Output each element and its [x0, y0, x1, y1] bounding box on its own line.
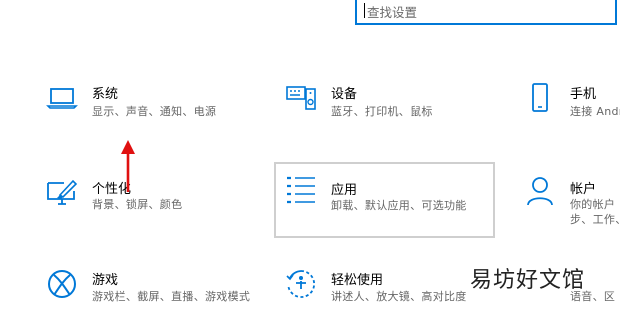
tile-gaming[interactable]: 游戏 游戏栏、截屏、直播、游戏模式 — [30, 260, 260, 309]
tile-title: 应用 — [331, 183, 358, 198]
app-list-icon — [285, 175, 317, 207]
phone-icon — [524, 82, 556, 114]
text-caret — [364, 3, 365, 18]
tile-description: 步、工作、 — [570, 213, 620, 226]
tile-description: 蓝牙、打印机、鼠标 — [331, 105, 433, 118]
search-placeholder: 查找设置 — [367, 5, 418, 20]
watermark: 易坊好文馆 — [470, 268, 586, 293]
xbox-icon — [46, 268, 78, 300]
keyboard-speaker-icon — [285, 82, 317, 114]
search-input[interactable]: 查找设置 — [355, 0, 617, 25]
tile-apps[interactable]: 应用 卸载、默认应用、可选功能 — [274, 162, 495, 238]
tile-title: 设备 — [331, 87, 358, 102]
ease-of-access-icon — [285, 268, 317, 300]
tile-description: 游戏栏、截屏、直播、游戏模式 — [92, 290, 251, 303]
tile-title: 游戏 — [92, 273, 119, 288]
tile-description: 连接 Andr — [570, 105, 620, 118]
tile-description: 显示、声音、通知、电源 — [92, 105, 217, 118]
tile-phone[interactable]: 手机 连接 Andr — [520, 70, 620, 130]
laptop-icon — [46, 82, 78, 114]
tile-description: 背景、锁屏、颜色 — [92, 198, 183, 211]
tile-devices[interactable]: 设备 蓝牙、打印机、鼠标 — [275, 70, 505, 130]
paint-monitor-icon — [46, 177, 78, 209]
tile-description: 讲述人、放大镜、高对比度 — [331, 290, 467, 303]
tile-personalization[interactable]: 个性化 背景、锁屏、颜色 — [30, 165, 260, 225]
tile-title: 手机 — [570, 87, 597, 102]
tile-description: 你的帐户 — [570, 198, 616, 211]
tile-system[interactable]: 系统 显示、声音、通知、电源 — [30, 70, 260, 130]
person-icon — [524, 175, 556, 207]
tile-accounts[interactable]: 帐户 你的帐户 步、工作、 — [520, 165, 620, 226]
annotation-arrow — [121, 140, 135, 192]
tile-title: 轻松使用 — [331, 273, 384, 288]
tile-title: 系统 — [92, 87, 119, 102]
tile-description: 卸载、默认应用、可选功能 — [331, 199, 467, 212]
tile-title: 帐户 — [570, 182, 597, 197]
